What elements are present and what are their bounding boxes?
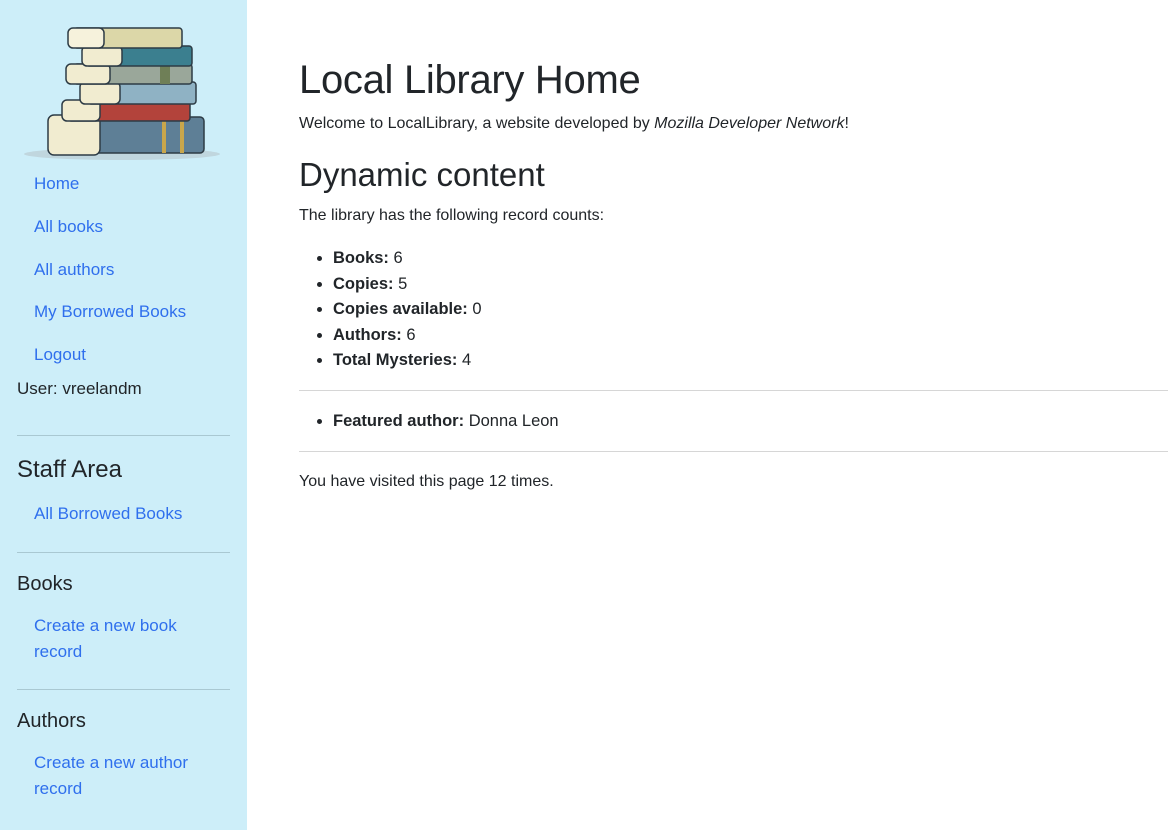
book-stack-image	[24, 27, 220, 160]
all-borrowed-books-link[interactable]: All Borrowed Books	[34, 501, 182, 527]
featured-author-list: Featured author: Donna Leon	[299, 409, 559, 435]
staff-area-heading: Staff Area	[17, 456, 122, 483]
books-heading: Books	[17, 573, 73, 595]
count-copies: Copies: 5	[333, 272, 482, 298]
sidebar-divider	[17, 435, 230, 436]
authors-heading: Authors	[17, 710, 86, 732]
nav-my-borrowed-books-link[interactable]: My Borrowed Books	[34, 299, 186, 325]
nav-home-link[interactable]: Home	[34, 171, 79, 197]
create-author-link[interactable]: Create a new author record	[34, 750, 214, 802]
mdn-emphasis: Mozilla Developer Network	[654, 115, 845, 132]
sidebar-divider	[17, 689, 230, 690]
create-book-link[interactable]: Create a new book record	[34, 613, 214, 665]
record-counts-list: Books: 6 Copies: 5 Copies available: 0 A…	[299, 246, 482, 374]
dynamic-content-heading: Dynamic content	[299, 156, 545, 193]
nav-all-authors-link[interactable]: All authors	[34, 257, 114, 283]
record-counts-intro: The library has the following record cou…	[299, 207, 605, 224]
current-user-label: User: vreelandm	[17, 379, 142, 398]
featured-author: Featured author: Donna Leon	[333, 409, 559, 435]
nav-logout-link[interactable]: Logout	[34, 342, 86, 368]
content-divider	[299, 390, 1168, 391]
welcome-text: Welcome to LocalLibrary, a website devel…	[299, 115, 849, 132]
content-divider	[299, 451, 1168, 452]
sidebar: Home All books All authors My Borrowed B…	[0, 0, 247, 830]
visit-count-text: You have visited this page 12 times.	[299, 473, 554, 490]
count-authors: Authors: 6	[333, 323, 482, 349]
count-books: Books: 6	[333, 246, 482, 272]
page-title: Local Library Home	[299, 58, 641, 102]
count-total-mysteries: Total Mysteries: 4	[333, 348, 482, 374]
nav-all-books-link[interactable]: All books	[34, 214, 103, 240]
sidebar-divider	[17, 552, 230, 553]
count-copies-available: Copies available: 0	[333, 297, 482, 323]
